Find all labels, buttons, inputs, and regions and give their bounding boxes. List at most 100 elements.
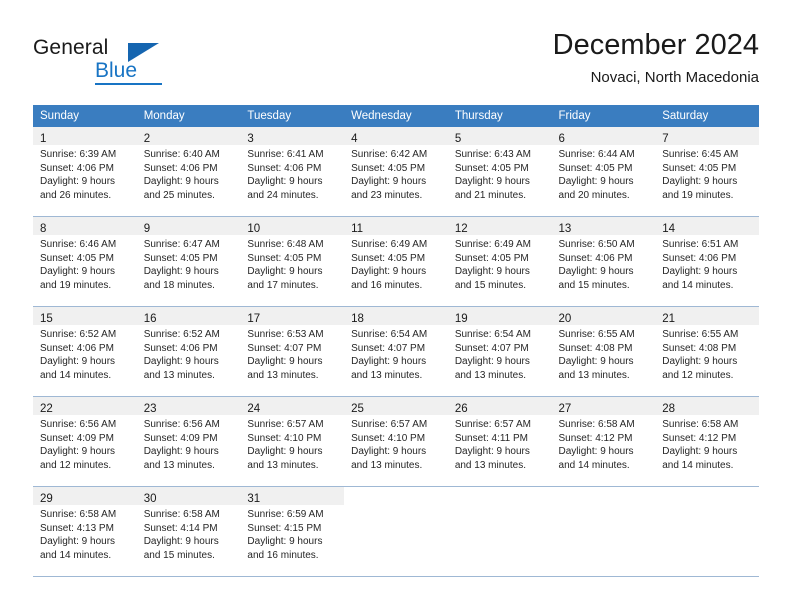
daylight-text-line2: and 14 minutes. (662, 459, 734, 471)
day-number-band: 8 (33, 217, 137, 235)
day-cell[interactable]: 4 Sunrise: 6:42 AM Sunset: 4:05 PM Daylight… (344, 127, 448, 217)
day-cell[interactable]: 28 Sunrise: 6:58 AM Sunset: 4:12 PM Dayligh… (655, 396, 759, 487)
day-cell[interactable]: 6 Sunrise: 6:44 AM Sunset: 4:05 PM Daylight… (551, 127, 656, 217)
day-number: 26 (454, 403, 468, 415)
day-cell-inner: 22 Sunrise: 6:56 AM Sunset: 4:09 PM Dayligh… (33, 397, 137, 485)
day-cell-inner: 1 Sunrise: 6:39 AM Sunset: 4:06 PM Daylight… (33, 127, 137, 215)
day-number: 9 (143, 223, 151, 235)
day-details: Sunrise: 6:54 AM Sunset: 4:07 PM Daylight:… (448, 325, 552, 382)
day-cell[interactable]: 16 Sunrise: 6:52 AM Sunset: 4:06 PM Dayligh… (136, 306, 241, 397)
daylight-text-line2: and 17 minutes. (247, 279, 319, 291)
day-details: Sunrise: 6:47 AM Sunset: 4:05 PM Daylight:… (137, 235, 241, 292)
day-cell[interactable]: 2 Sunrise: 6:40 AM Sunset: 4:06 PM Daylight… (136, 127, 241, 217)
day-cell[interactable]: 25 Sunrise: 6:57 AM Sunset: 4:10 PM Dayligh… (344, 396, 448, 487)
page-title: December 2024 (552, 29, 759, 61)
day-cell-inner: 13 Sunrise: 6:50 AM Sunset: 4:06 PM Dayligh… (551, 217, 656, 305)
daylight-text-line1: Daylight: 9 hours (454, 176, 530, 188)
day-cell[interactable]: 13 Sunrise: 6:50 AM Sunset: 4:06 PM Dayligh… (551, 216, 656, 307)
sunrise-text: Sunrise: 6:57 AM (247, 419, 324, 430)
daylight-text-line2: and 12 minutes. (40, 459, 112, 471)
day-cell[interactable]: 3 Sunrise: 6:41 AM Sunset: 4:06 PM Daylight… (240, 127, 345, 217)
day-cell[interactable]: 17 Sunrise: 6:53 AM Sunset: 4:07 PM Dayligh… (240, 306, 345, 397)
daylight-text-line1: Daylight: 9 hours (558, 176, 634, 188)
daylight-text-line1: Daylight: 9 hours (558, 266, 634, 278)
day-cell-inner: 12 Sunrise: 6:49 AM Sunset: 4:05 PM Dayligh… (447, 217, 552, 305)
week-row: 22 Sunrise: 6:56 AM Sunset: 4:09 PM Dayligh… (33, 396, 759, 487)
calendar-header-row: Sunday Monday Tuesday Wednesday Thursday… (33, 105, 759, 127)
daylight-text-line2: and 15 minutes. (454, 279, 526, 291)
day-cell-inner: 28 Sunrise: 6:58 AM Sunset: 4:12 PM Dayligh… (655, 397, 759, 485)
daylight-text-line2: and 24 minutes. (247, 189, 319, 201)
day-cell-inner: 10 Sunrise: 6:48 AM Sunset: 4:05 PM Dayligh… (240, 217, 345, 305)
sunrise-text: Sunrise: 6:44 AM (558, 149, 635, 160)
day-cell[interactable]: 21 Sunrise: 6:55 AM Sunset: 4:08 PM Dayligh… (655, 306, 759, 397)
day-cell[interactable]: 29 Sunrise: 6:58 AM Sunset: 4:13 PM Dayligh… (33, 486, 137, 577)
day-cell-inner: 14 Sunrise: 6:51 AM Sunset: 4:06 PM Dayligh… (655, 217, 759, 305)
day-number-band: 30 (136, 487, 241, 505)
day-cell[interactable]: 15 Sunrise: 6:52 AM Sunset: 4:06 PM Dayligh… (33, 306, 137, 397)
day-number-band: 31 (240, 487, 345, 505)
day-cell[interactable]: 26 Sunrise: 6:57 AM Sunset: 4:11 PM Dayligh… (447, 396, 552, 487)
brand-logo[interactable]: General Blue (33, 36, 263, 86)
sunset-text: Sunset: 4:06 PM (143, 342, 218, 354)
week-row: 1 Sunrise: 6:39 AM Sunset: 4:06 PM Daylight… (33, 127, 759, 217)
day-details: Sunrise: 6:57 AM Sunset: 4:10 PM Daylight:… (344, 415, 448, 472)
day-cell[interactable]: 31 Sunrise: 6:59 AM Sunset: 4:15 PM Dayligh… (240, 486, 345, 577)
day-number-band: 2 (136, 127, 241, 145)
day-number-band: 5 (447, 127, 552, 145)
sunrise-text: Sunrise: 6:42 AM (351, 149, 428, 160)
day-number-band: 1 (33, 127, 137, 145)
day-cell[interactable]: 14 Sunrise: 6:51 AM Sunset: 4:06 PM Dayligh… (655, 216, 759, 307)
daylight-text-line2: and 12 minutes. (662, 369, 734, 381)
daylight-text-line1: Daylight: 9 hours (247, 356, 323, 368)
daylight-text-line1: Daylight: 9 hours (662, 446, 738, 458)
day-cell[interactable]: 8 Sunrise: 6:46 AM Sunset: 4:05 PM Daylight… (33, 216, 137, 307)
calendar-body: 1 Sunrise: 6:39 AM Sunset: 4:06 PM Daylight… (33, 127, 759, 577)
day-number: 3 (247, 133, 254, 145)
day-cell[interactable]: 27 Sunrise: 6:58 AM Sunset: 4:12 PM Dayligh… (551, 396, 656, 487)
daylight-text-line2: and 14 minutes. (558, 459, 630, 471)
calendar-page: General Blue December 2024 Novaci, North… (0, 0, 792, 612)
day-cell-inner: 5 Sunrise: 6:43 AM Sunset: 4:05 PM Daylight… (447, 127, 552, 215)
daylight-text-line1: Daylight: 9 hours (558, 446, 634, 458)
day-cell[interactable]: 19 Sunrise: 6:54 AM Sunset: 4:07 PM Dayligh… (447, 306, 552, 397)
day-cell[interactable]: 5 Sunrise: 6:43 AM Sunset: 4:05 PM Daylight… (447, 127, 552, 217)
day-cell[interactable]: 12 Sunrise: 6:49 AM Sunset: 4:05 PM Dayligh… (447, 216, 552, 307)
sunrise-text: Sunrise: 6:49 AM (351, 239, 428, 250)
day-number-band: 9 (136, 217, 241, 235)
day-cell[interactable]: 11 Sunrise: 6:49 AM Sunset: 4:05 PM Dayligh… (344, 216, 448, 307)
daylight-text-line2: and 25 minutes. (143, 189, 215, 201)
day-cell[interactable]: 23 Sunrise: 6:56 AM Sunset: 4:09 PM Dayligh… (136, 396, 241, 487)
day-cell[interactable]: 22 Sunrise: 6:56 AM Sunset: 4:09 PM Dayligh… (33, 396, 137, 487)
day-cell[interactable]: 7 Sunrise: 6:45 AM Sunset: 4:05 PM Daylight… (655, 127, 759, 217)
sunset-text: Sunset: 4:05 PM (454, 252, 529, 264)
day-cell[interactable]: 30 Sunrise: 6:58 AM Sunset: 4:14 PM Dayligh… (136, 486, 241, 577)
day-cell[interactable]: 20 Sunrise: 6:55 AM Sunset: 4:08 PM Dayligh… (551, 306, 656, 397)
day-details: Sunrise: 6:50 AM Sunset: 4:06 PM Daylight:… (552, 235, 656, 292)
day-number-band: 14 (655, 217, 759, 235)
day-cell[interactable]: 9 Sunrise: 6:47 AM Sunset: 4:05 PM Daylight… (136, 216, 241, 307)
daylight-text-line1: Daylight: 9 hours (40, 356, 116, 368)
sunset-text: Sunset: 4:09 PM (143, 432, 218, 444)
day-cell-empty (655, 486, 759, 577)
day-cell[interactable]: 18 Sunrise: 6:54 AM Sunset: 4:07 PM Dayligh… (344, 306, 448, 397)
day-details: Sunrise: 6:39 AM Sunset: 4:06 PM Daylight:… (33, 145, 137, 202)
day-details: Sunrise: 6:49 AM Sunset: 4:05 PM Daylight:… (344, 235, 448, 292)
day-cell[interactable]: 10 Sunrise: 6:48 AM Sunset: 4:05 PM Dayligh… (240, 216, 345, 307)
day-number-band: 26 (447, 397, 552, 415)
day-number: 30 (143, 493, 157, 505)
daylight-text-line2: and 23 minutes. (351, 189, 423, 201)
day-number-band: 28 (655, 397, 759, 415)
brand-name-general: General (33, 36, 109, 59)
day-number-band: 17 (240, 307, 345, 325)
daylight-text-line1: Daylight: 9 hours (247, 536, 323, 548)
day-cell[interactable]: 24 Sunrise: 6:57 AM Sunset: 4:10 PM Dayligh… (240, 396, 345, 487)
sunrise-text: Sunrise: 6:55 AM (662, 329, 739, 340)
sunset-text: Sunset: 4:06 PM (40, 162, 114, 174)
day-number: 12 (454, 223, 468, 235)
sunset-text: Sunset: 4:12 PM (662, 432, 737, 444)
daylight-text-line1: Daylight: 9 hours (40, 536, 116, 548)
sunrise-text: Sunrise: 6:57 AM (454, 419, 531, 430)
sunrise-text: Sunrise: 6:41 AM (247, 149, 324, 160)
day-cell[interactable]: 1 Sunrise: 6:39 AM Sunset: 4:06 PM Daylight… (33, 127, 137, 217)
